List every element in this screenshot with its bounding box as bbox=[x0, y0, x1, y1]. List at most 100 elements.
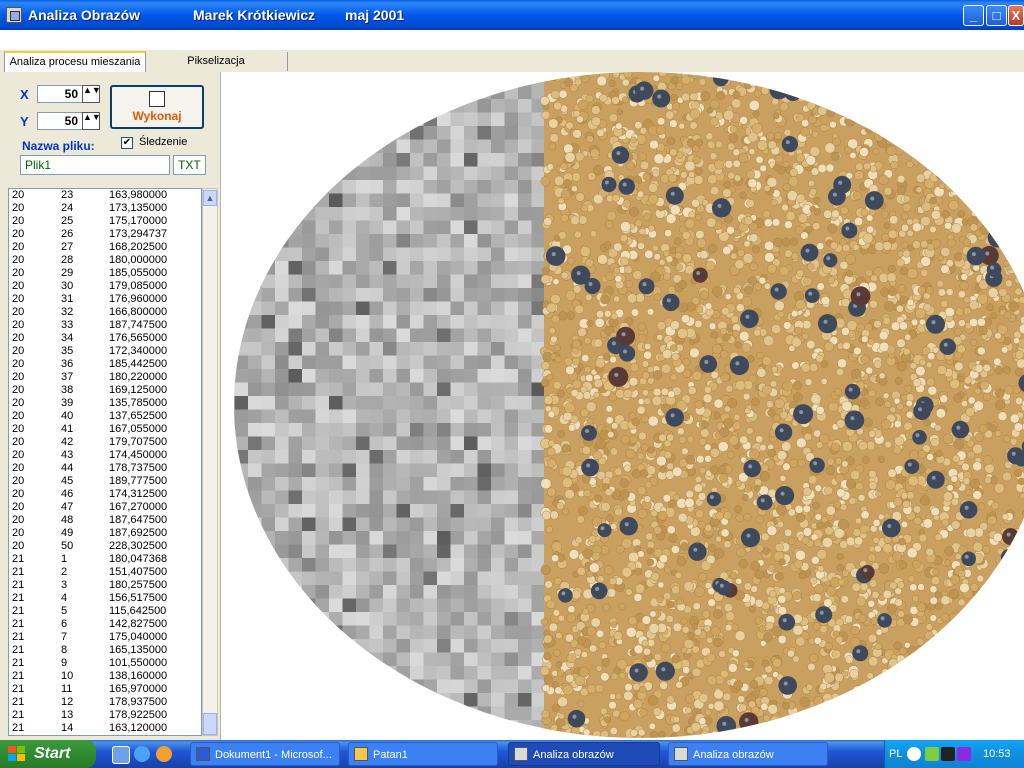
close-button[interactable]: X bbox=[1008, 5, 1024, 26]
list-item[interactable]: 20 41 167,055000 bbox=[9, 423, 201, 436]
list-item[interactable]: 20 44 178,737500 bbox=[9, 462, 201, 475]
list-item[interactable]: 21 11 165,970000 bbox=[9, 683, 201, 696]
list-item[interactable]: 20 28 180,000000 bbox=[9, 254, 201, 267]
list-item[interactable]: 20 37 180,220000 bbox=[9, 371, 201, 384]
list-item[interactable]: 20 25 175,170000 bbox=[9, 215, 201, 228]
list-item[interactable]: 21 10 138,160000 bbox=[9, 670, 201, 683]
list-item[interactable]: 20 29 185,055000 bbox=[9, 267, 201, 280]
app-icon[interactable] bbox=[6, 7, 22, 23]
list-item[interactable]: 20 31 176,960000 bbox=[9, 293, 201, 306]
mean-value: 180,257500 bbox=[109, 579, 168, 591]
col-index: 27 bbox=[61, 241, 74, 253]
scroll-thumb[interactable] bbox=[203, 713, 217, 735]
col-index: 34 bbox=[61, 332, 74, 344]
y-input[interactable]: 50 bbox=[37, 112, 83, 130]
messenger-icon[interactable] bbox=[941, 747, 955, 761]
list-item[interactable]: 21 8 165,135000 bbox=[9, 644, 201, 657]
list-item[interactable]: 20 27 168,202500 bbox=[9, 241, 201, 254]
sound-icon[interactable] bbox=[957, 747, 971, 761]
row-index: 20 bbox=[12, 254, 25, 266]
title-bar[interactable]: Analiza Obrazów Marek Krótkiewicz maj 20… bbox=[0, 0, 1024, 30]
list-item[interactable]: 20 34 176,565000 bbox=[9, 332, 201, 345]
security-icon[interactable] bbox=[925, 747, 939, 761]
language-indicator[interactable]: PL bbox=[889, 740, 902, 768]
col-index: 9 bbox=[61, 657, 68, 669]
folder-icon bbox=[354, 747, 368, 761]
x-input[interactable]: 50 bbox=[37, 85, 83, 103]
row-index: 20 bbox=[12, 293, 25, 305]
results-list[interactable]: 20 23 163,980000 20 24 173,135000 20 25 175,1700… bbox=[8, 188, 202, 736]
desktop-icon[interactable] bbox=[112, 746, 130, 764]
list-item[interactable]: 20 26 173,294737 bbox=[9, 228, 201, 241]
row-index: 20 bbox=[12, 345, 25, 357]
row-index: 20 bbox=[12, 306, 25, 318]
x-spinner-icon[interactable]: ▲▼ bbox=[82, 85, 101, 103]
list-item[interactable]: 20 48 187,647500 bbox=[9, 514, 201, 527]
col-index: 8 bbox=[61, 644, 68, 656]
col-index: 48 bbox=[61, 514, 74, 526]
list-item[interactable]: 20 45 189,777500 bbox=[9, 475, 201, 488]
task-document1[interactable]: Dokument1 - Microsof... bbox=[190, 742, 340, 766]
list-item[interactable]: 21 7 175,040000 bbox=[9, 631, 201, 644]
list-item[interactable]: 21 6 142,827500 bbox=[9, 618, 201, 631]
list-item[interactable]: 21 1 180,047368 bbox=[9, 553, 201, 566]
list-item[interactable]: 20 46 174,312500 bbox=[9, 488, 201, 501]
list-item[interactable]: 21 12 178,937500 bbox=[9, 696, 201, 709]
list-item[interactable]: 21 13 178,922500 bbox=[9, 709, 201, 722]
extension-input[interactable]: TXT bbox=[173, 155, 206, 175]
task-analiza-active[interactable]: Analiza obrazów bbox=[508, 742, 660, 766]
col-index: 32 bbox=[61, 306, 74, 318]
minimize-button[interactable]: _ bbox=[963, 5, 984, 26]
y-spinner-icon[interactable]: ▲▼ bbox=[82, 112, 101, 130]
list-item[interactable]: 20 30 179,085000 bbox=[9, 280, 201, 293]
list-item[interactable]: 20 35 172,340000 bbox=[9, 345, 201, 358]
system-tray: PL 10:53 bbox=[884, 740, 1024, 768]
maximize-button[interactable]: □ bbox=[986, 5, 1007, 26]
mean-value: 166,800000 bbox=[109, 306, 168, 318]
list-item[interactable]: 21 4 156,517500 bbox=[9, 592, 201, 605]
media-icon[interactable] bbox=[156, 746, 172, 762]
col-index: 49 bbox=[61, 527, 74, 539]
list-item[interactable]: 20 32 166,800000 bbox=[9, 306, 201, 319]
task-patan1[interactable]: Patan1 bbox=[348, 742, 498, 766]
row-index: 21 bbox=[12, 605, 25, 617]
list-item[interactable]: 20 43 174,450000 bbox=[9, 449, 201, 462]
mean-value: 167,270000 bbox=[109, 501, 168, 513]
list-item[interactable]: 20 40 137,652500 bbox=[9, 410, 201, 423]
list-item[interactable]: 20 33 187,747500 bbox=[9, 319, 201, 332]
list-item[interactable]: 20 47 167,270000 bbox=[9, 501, 201, 514]
task-label: Analiza obrazów bbox=[533, 749, 614, 761]
task-label: Analiza obrazów bbox=[693, 749, 774, 761]
tab-mixing-analysis[interactable]: Analiza procesu mieszania bbox=[4, 51, 146, 73]
list-item[interactable]: 21 5 115,642500 bbox=[9, 605, 201, 618]
list-item[interactable]: 20 42 179,707500 bbox=[9, 436, 201, 449]
tracking-checkbox[interactable]: ✔ bbox=[121, 137, 133, 149]
tray-expand-icon[interactable] bbox=[907, 747, 921, 761]
ie-icon[interactable] bbox=[134, 746, 150, 762]
list-item[interactable]: 21 2 151,407500 bbox=[9, 566, 201, 579]
list-item[interactable]: 20 49 187,692500 bbox=[9, 527, 201, 540]
tab-pixelization[interactable]: Pikselizacja bbox=[145, 52, 288, 71]
list-item[interactable]: 20 24 173,135000 bbox=[9, 202, 201, 215]
row-index: 20 bbox=[12, 215, 25, 227]
results-scrollbar[interactable]: ▲ bbox=[202, 188, 218, 736]
list-item[interactable]: 20 50 228,302500 bbox=[9, 540, 201, 553]
row-index: 20 bbox=[12, 332, 25, 344]
list-item[interactable]: 20 23 163,980000 bbox=[9, 189, 201, 202]
list-item[interactable]: 20 36 185,442500 bbox=[9, 358, 201, 371]
col-index: 35 bbox=[61, 345, 74, 357]
row-index: 21 bbox=[12, 657, 25, 669]
list-item[interactable]: 21 14 163,120000 bbox=[9, 722, 201, 735]
start-button[interactable]: Start bbox=[0, 740, 96, 768]
list-item[interactable]: 20 38 169,125000 bbox=[9, 384, 201, 397]
list-item[interactable]: 21 3 180,257500 bbox=[9, 579, 201, 592]
mean-value: 179,085000 bbox=[109, 280, 168, 292]
filename-input[interactable]: Plik1 bbox=[20, 155, 170, 175]
scroll-up-icon[interactable]: ▲ bbox=[203, 190, 217, 206]
list-item[interactable]: 21 9 101,550000 bbox=[9, 657, 201, 670]
row-index: 21 bbox=[12, 644, 25, 656]
list-item[interactable]: 20 39 135,785000 bbox=[9, 397, 201, 410]
task-analiza[interactable]: Analiza obrazów bbox=[668, 742, 828, 766]
col-index: 29 bbox=[61, 267, 74, 279]
execute-button[interactable]: Wykonaj bbox=[110, 85, 204, 129]
